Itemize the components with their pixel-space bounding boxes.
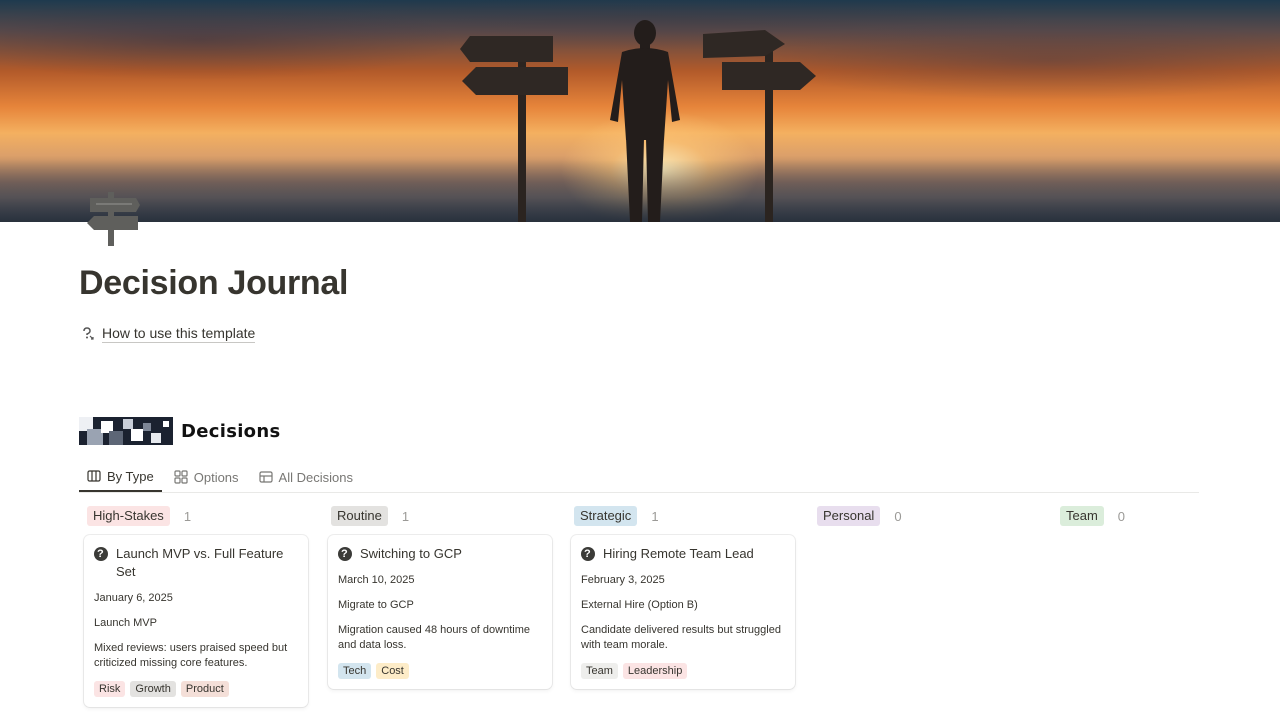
decision-card[interactable]: Hiring Remote Team Lead February 3, 2025… <box>571 535 795 689</box>
tab-label: Options <box>193 469 239 485</box>
card-outcome: Migration caused 48 hours of downtime an… <box>338 624 530 651</box>
question-icon <box>338 545 352 563</box>
group-pill: Routine <box>331 506 388 526</box>
tag: Leadership <box>622 663 688 679</box>
column-header-high-stakes[interactable]: High-Stakes 1 <box>87 506 191 526</box>
tab-options[interactable]: Options <box>166 462 247 492</box>
group-pill: Team <box>1060 506 1104 526</box>
card-outcome: Candidate delivered results but struggle… <box>581 624 781 651</box>
view-tabs: By Type Options All Decisions <box>79 462 1199 493</box>
group-pill: Strategic <box>574 506 638 526</box>
card-choice: External Hire (Option B) <box>581 599 698 611</box>
right-sign-bottom <box>722 62 816 90</box>
person-silhouette <box>610 20 680 222</box>
decision-card[interactable]: Launch MVP vs. Full Feature Set January … <box>84 535 308 707</box>
card-title: Hiring Remote Team Lead <box>581 545 785 563</box>
tag: Risk <box>94 681 126 697</box>
tab-label: By Type <box>107 468 154 484</box>
card-title-text: Launch MVP vs. Full Feature Set <box>116 546 284 579</box>
table-icon <box>258 471 273 483</box>
signpost-icon[interactable] <box>84 192 142 246</box>
board-icon <box>87 470 101 482</box>
card-tags: Team Leadership <box>581 663 785 679</box>
decision-card[interactable]: Switching to GCP March 10, 2025 Migrate … <box>328 535 552 689</box>
card-outcome: Mixed reviews: users praised speed but c… <box>94 642 288 669</box>
group-count: 1 <box>183 508 192 524</box>
column-header-routine[interactable]: Routine 1 <box>331 506 409 526</box>
card-date: March 10, 2025 <box>338 574 415 586</box>
question-icon <box>94 545 108 563</box>
how-to-link[interactable]: How to use this template <box>80 325 256 343</box>
card-tags: Risk Growth Product <box>94 681 298 697</box>
left-signpost-pole <box>518 36 526 222</box>
group-count: 0 <box>1117 508 1126 524</box>
card-title-text: Hiring Remote Team Lead <box>603 546 754 561</box>
group-count: 1 <box>401 508 410 524</box>
left-sign-top <box>460 36 553 62</box>
card-choice: Migrate to GCP <box>338 599 414 611</box>
column-header-team[interactable]: Team 0 <box>1060 506 1125 526</box>
tag: Cost <box>376 663 409 679</box>
tag: Team <box>581 663 618 679</box>
group-count: 1 <box>651 508 659 524</box>
card-date: February 3, 2025 <box>581 574 665 586</box>
gallery-icon <box>174 470 188 484</box>
card-title: Launch MVP vs. Full Feature Set <box>94 545 298 581</box>
tag: Growth <box>130 681 176 697</box>
card-tags: Tech Cost <box>338 663 542 679</box>
column-header-personal[interactable]: Personal 0 <box>817 506 902 526</box>
card-title-text: Switching to GCP <box>360 546 462 561</box>
card-title: Switching to GCP <box>338 545 542 563</box>
database-banner: Decisions <box>79 417 323 445</box>
how-to-link-label[interactable]: How to use this template <box>102 325 256 343</box>
tab-by-type[interactable]: By Type <box>79 462 162 492</box>
tag: Tech <box>338 663 372 679</box>
card-date: January 6, 2025 <box>94 592 173 604</box>
group-pill: Personal <box>817 506 881 526</box>
question-icon <box>581 545 595 563</box>
tag: Product <box>180 681 229 697</box>
pixel-art-graphic <box>79 417 173 445</box>
cover-silhouettes <box>460 20 816 222</box>
column-header-strategic[interactable]: Strategic 1 <box>574 506 659 526</box>
left-sign-bottom <box>462 67 568 95</box>
tab-all-decisions[interactable]: All Decisions <box>251 462 361 492</box>
question-arrow-icon <box>80 326 96 342</box>
group-pill: High-Stakes <box>87 506 170 526</box>
page-title: Decision Journal <box>79 264 349 302</box>
group-count: 0 <box>894 508 902 524</box>
database-title: Decisions <box>181 420 281 442</box>
card-choice: Launch MVP <box>94 617 157 629</box>
tab-label: All Decisions <box>278 469 353 485</box>
cover-image <box>0 0 1280 222</box>
